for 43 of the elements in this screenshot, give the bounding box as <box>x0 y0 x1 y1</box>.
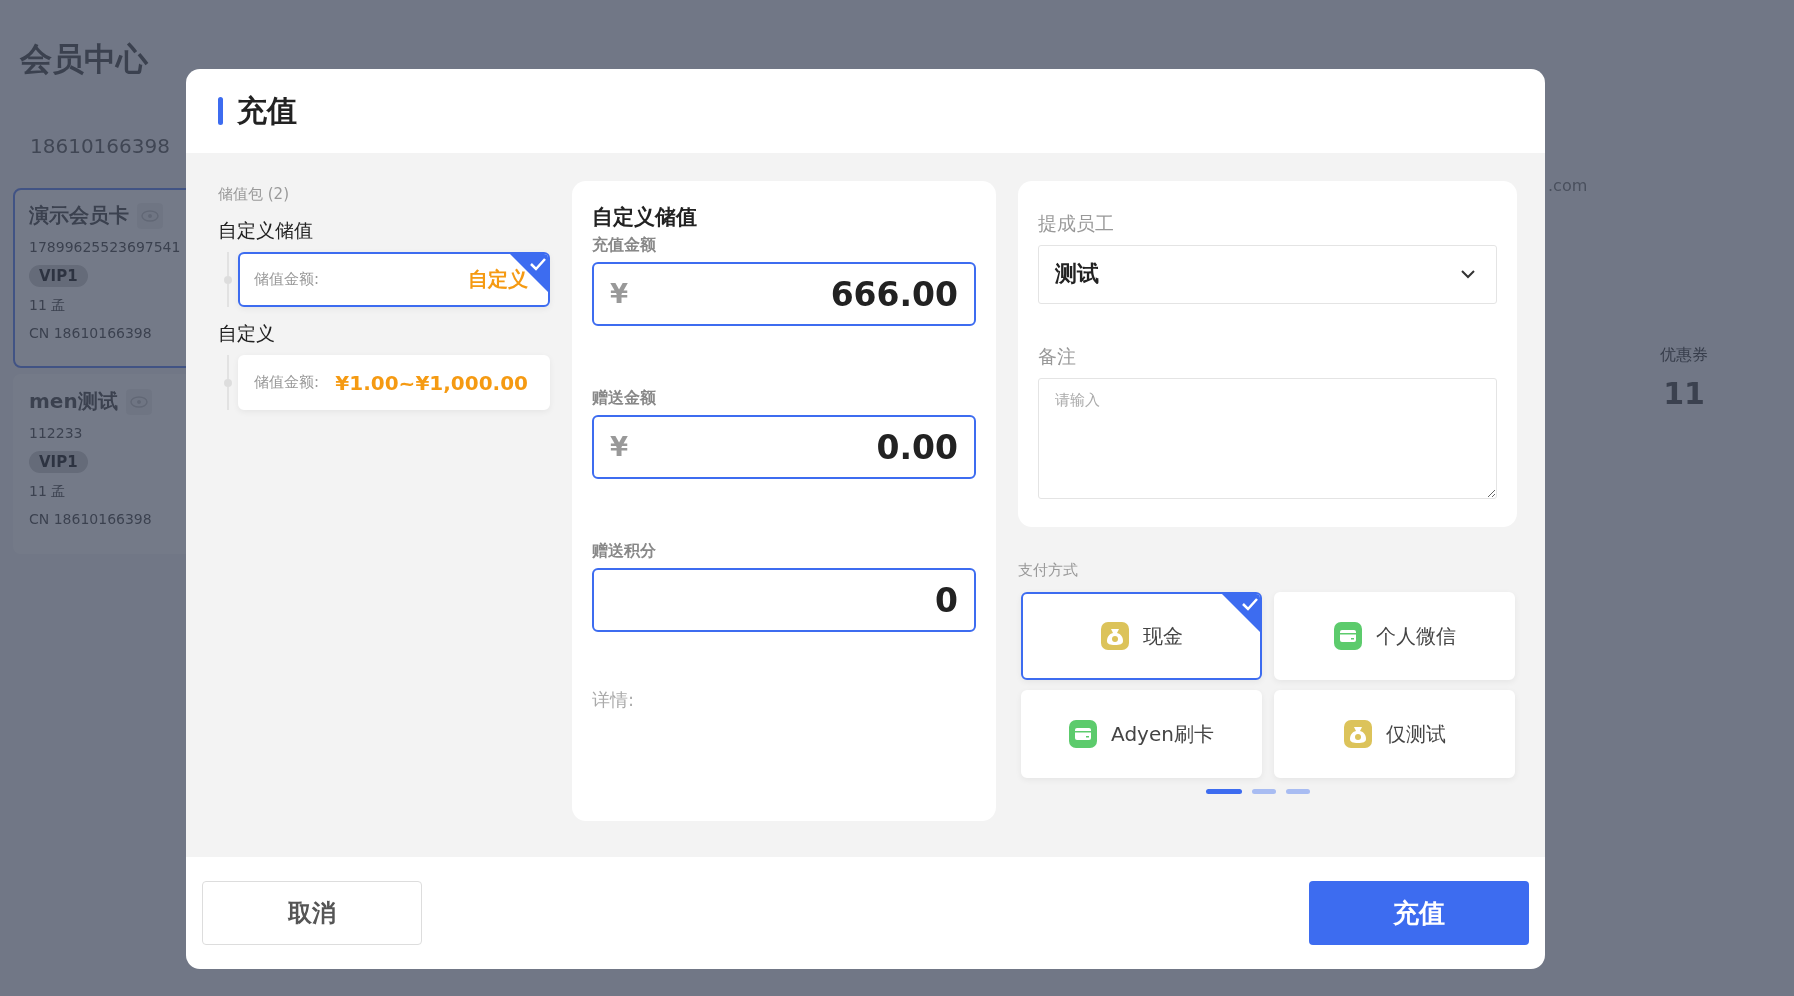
recharge-button[interactable]: 充值 <box>1309 881 1529 945</box>
field-label: 赠送积分 <box>592 541 657 562</box>
selected-check-icon <box>509 254 548 293</box>
field-label: 备注 <box>1038 343 1077 369</box>
cancel-button[interactable]: 取消 <box>202 881 422 945</box>
package-count-label: 储值包 (2) <box>218 185 290 204</box>
remark-field[interactable]: 请输入 <box>1038 377 1497 499</box>
chevron-down-icon <box>1460 269 1476 280</box>
contact-phone: CN 18610166398 <box>29 325 152 341</box>
coupon-label: 优惠券 <box>1660 345 1708 366</box>
section-heading: 自定义储值 <box>592 204 698 231</box>
card-number: 17899625523697541 <box>29 239 181 255</box>
title-accent-bar <box>218 97 223 125</box>
field-label: 提成员工 <box>1038 211 1115 236</box>
page-indicator[interactable] <box>1251 789 1276 794</box>
card-number: 112233 <box>29 425 83 441</box>
card-icon <box>1069 720 1098 748</box>
package-group-title: 自定义 <box>218 321 276 346</box>
payment-option[interactable]: 现金 <box>1021 592 1262 680</box>
payment-option[interactable]: Adyen刷卡 <box>1021 690 1262 778</box>
field-label: 充值金额 <box>592 235 657 256</box>
page-indicator[interactable] <box>1205 789 1242 794</box>
payment-label: 支付方式 <box>1018 561 1079 580</box>
selected-check-icon <box>1221 594 1260 633</box>
card-name: 演示会员卡 <box>29 202 129 229</box>
field-label: 赠送金额 <box>592 388 657 409</box>
package-group-title: 自定义储值 <box>218 218 314 243</box>
money-bag-icon <box>1343 720 1372 748</box>
card-icon <box>1333 622 1362 650</box>
details-label: 详情: <box>592 688 636 712</box>
amount-field[interactable]: ¥ 0.00 <box>592 415 976 479</box>
amount-field[interactable]: 0 <box>592 568 976 632</box>
staff-select[interactable]: 测试 <box>1038 245 1497 304</box>
amount-field[interactable]: ¥ 666.00 <box>592 262 976 326</box>
payment-option[interactable]: 个人微信 <box>1274 592 1515 680</box>
page-indicator[interactable] <box>1285 789 1310 794</box>
card-name: men测试 <box>29 388 118 415</box>
holder-name: 11 孟 <box>29 483 66 501</box>
payment-option[interactable]: 仅测试 <box>1274 690 1515 778</box>
dialog-title: 充值 <box>237 91 297 130</box>
money-bag-icon <box>1100 622 1129 650</box>
contact-phone: CN 18610166398 <box>29 511 152 527</box>
holder-name: 11 孟 <box>29 297 66 315</box>
